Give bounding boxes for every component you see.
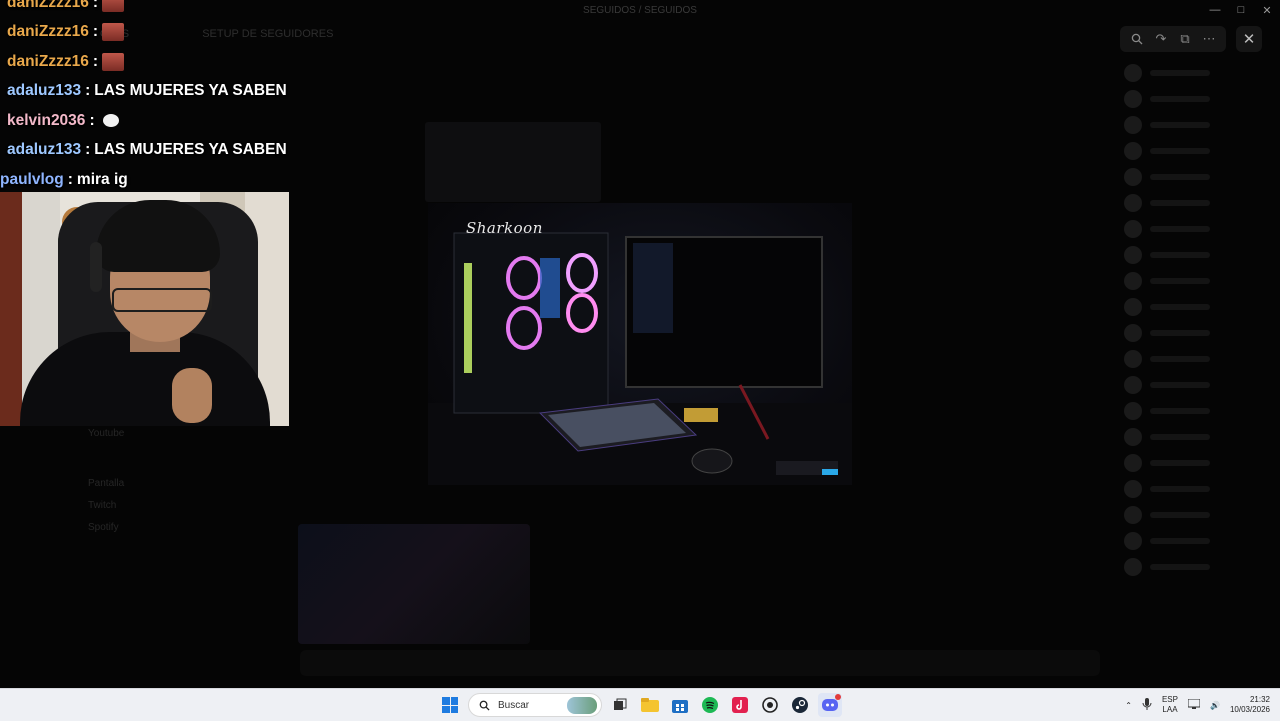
- search-icon: [479, 700, 490, 711]
- chat-text: LAS MUJERES YA SABEN: [94, 82, 287, 100]
- chevron-up-icon[interactable]: ⌃: [1125, 701, 1132, 710]
- language-indicator[interactable]: ESP LAA: [1162, 695, 1178, 715]
- network-icon[interactable]: [1187, 698, 1201, 711]
- clock-date: 10/03/2026: [1229, 705, 1270, 714]
- chat-username: paulvlog: [0, 170, 64, 188]
- glasses: [112, 288, 212, 312]
- chat-message: daniZzzz16 :: [0, 0, 300, 18]
- language-bottom: LAA: [1162, 705, 1178, 714]
- chat-username: daniZzzz16: [7, 52, 89, 70]
- clock-time: 21:32: [1249, 695, 1270, 704]
- background-image-preview: [298, 524, 530, 644]
- image-viewer-toolbar: ↷ ⧉ ⋯ ✕: [1120, 26, 1262, 52]
- channel-label: Twitch: [88, 500, 117, 511]
- search-highlight-icon: [567, 697, 597, 714]
- chat-username: kelvin2036: [7, 111, 86, 129]
- chat-message: daniZzzz16 :: [0, 47, 300, 77]
- store-icon[interactable]: [668, 693, 692, 717]
- brand-logo: Sharkoon: [466, 219, 543, 237]
- forward-icon[interactable]: ↷: [1150, 28, 1172, 50]
- chat-text: LAS MUJERES YA SABEN: [94, 141, 287, 159]
- window-close-icon[interactable]: ✕: [1254, 0, 1280, 20]
- chat-text: mira ig: [76, 170, 128, 188]
- chat-separator: :: [92, 0, 98, 11]
- microphone-icon[interactable]: [1142, 698, 1152, 712]
- file-explorer-icon[interactable]: [638, 693, 662, 717]
- chat-message: adaluz133 : LAS MUJERES YA SABEN: [0, 77, 300, 107]
- discord-icon[interactable]: [818, 693, 842, 717]
- steam-icon[interactable]: [788, 693, 812, 717]
- chat-separator: :: [85, 82, 91, 100]
- chat-message: adaluz133 : LAS MUJERES YA SABEN: [0, 136, 300, 166]
- open-external-icon[interactable]: ⧉: [1174, 28, 1196, 50]
- whatsapp-icon[interactable]: [758, 693, 782, 717]
- volume-icon[interactable]: 🔊: [1210, 701, 1220, 710]
- spotify-icon[interactable]: [698, 693, 722, 717]
- maximize-icon[interactable]: □: [1228, 0, 1254, 20]
- chat-message: daniZzzz16 :: [0, 18, 300, 48]
- taskbar-clock[interactable]: 21:32 10/03/2026: [1230, 695, 1270, 715]
- notification-badge: [835, 694, 841, 700]
- minimize-icon[interactable]: —: [1202, 0, 1228, 20]
- language-top: ESP: [1161, 695, 1178, 704]
- speech-bubble-emote: [102, 114, 119, 128]
- background-member-list: [1110, 60, 1280, 680]
- viewer-tool-group: ↷ ⧉ ⋯: [1120, 26, 1226, 52]
- background-message-input: [300, 650, 1100, 676]
- taskbar-search[interactable]: Buscar: [468, 693, 602, 717]
- chat-emote: [102, 0, 124, 12]
- stream-chat-overlay: daniZzzz16 : daniZzzz16 : daniZzzz16 : a…: [0, 0, 300, 195]
- tiktok-icon[interactable]: [728, 693, 752, 717]
- chat-emote: [102, 52, 124, 71]
- channel-label: Spotify: [88, 522, 119, 533]
- chat-separator: :: [89, 111, 95, 129]
- windows-taskbar: Buscar ⌃ ESP LAA 🔊 21:32 10/03/2026: [0, 688, 1280, 721]
- background-thumbnail: [425, 122, 601, 202]
- chat-message: kelvin2036 :: [0, 106, 300, 136]
- chat-separator: :: [92, 52, 98, 70]
- task-view-icon[interactable]: [608, 693, 632, 717]
- system-tray: ⌃ ESP LAA 🔊 21:32 10/03/2026: [1125, 689, 1270, 721]
- channel-label: Youtube: [88, 428, 125, 439]
- taskbar-apps: Buscar: [438, 689, 842, 721]
- streamer-hand: [172, 368, 212, 423]
- more-icon[interactable]: ⋯: [1198, 28, 1220, 50]
- pc-setup-photo: [428, 232, 852, 485]
- streamer-webcam: [0, 192, 289, 426]
- chat-message: paulvlog : mira ig: [0, 165, 300, 195]
- chat-emote: [102, 23, 124, 42]
- window-controls: — □ ✕: [1202, 0, 1280, 20]
- chat-separator: :: [67, 170, 73, 188]
- zoom-icon[interactable]: [1126, 28, 1148, 50]
- chat-separator: :: [85, 141, 91, 159]
- search-placeholder: Buscar: [498, 699, 530, 711]
- chat-username: daniZzzz16: [7, 0, 89, 11]
- chat-username: daniZzzz16: [7, 23, 89, 41]
- close-icon[interactable]: ✕: [1236, 26, 1262, 52]
- expanded-image[interactable]: Sharkoon: [428, 203, 852, 485]
- windows-start-icon[interactable]: [438, 693, 462, 717]
- chat-username: adaluz133: [7, 141, 82, 159]
- chat-separator: :: [92, 23, 98, 41]
- chat-username: adaluz133: [7, 82, 82, 100]
- headset: [90, 242, 102, 292]
- channel-label: Pantalla: [88, 478, 125, 489]
